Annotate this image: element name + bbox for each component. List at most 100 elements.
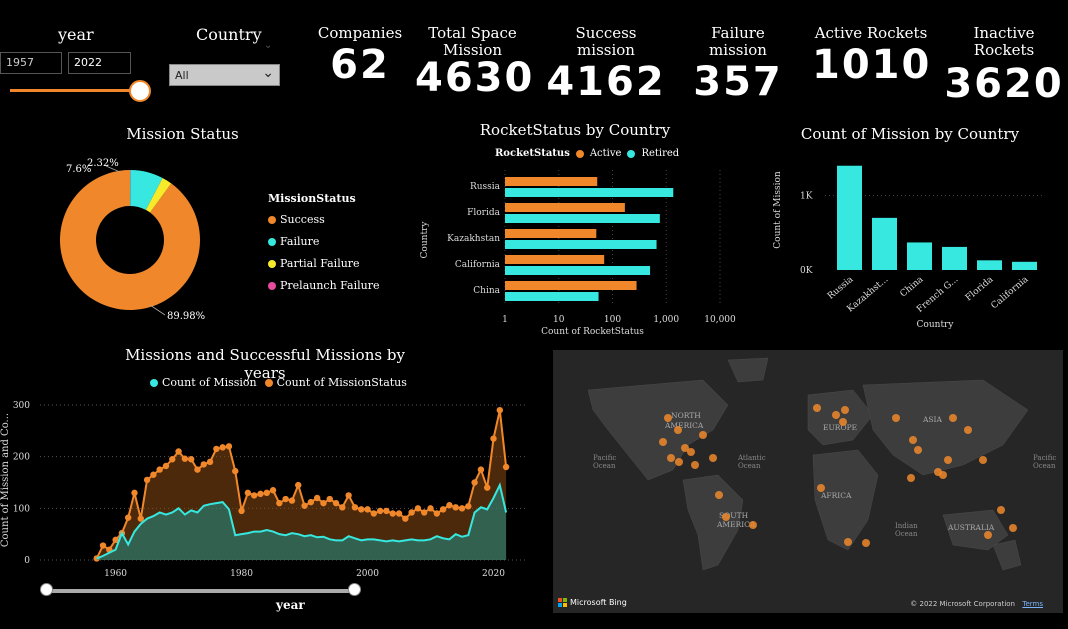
count-by-country-title: Count of Mission by Country xyxy=(800,125,1020,143)
count-by-country-chart[interactable]: 1K0KRussiaKazakhst... ChinaFrench G... Flo… xyxy=(770,150,1050,340)
kpi-active-rockets: Active Rockets 1010 xyxy=(812,24,932,89)
range-slider-start-handle[interactable] xyxy=(40,583,53,596)
mission-status-point xyxy=(395,510,403,517)
mission-status-point xyxy=(225,443,233,450)
mission-status-point xyxy=(370,510,378,517)
kpi-title: Inactive Rockets xyxy=(973,24,1035,59)
map-label: Ocean xyxy=(895,530,918,538)
legend-item-success[interactable]: Success xyxy=(268,213,380,226)
mission-status-point xyxy=(484,484,491,491)
mission-status-point xyxy=(332,499,340,507)
bar-active xyxy=(505,177,598,186)
mission-status-point xyxy=(408,509,415,516)
launch-site-marker xyxy=(949,414,957,422)
x-tick-label: California xyxy=(989,274,1030,311)
x-tick-label: Florida xyxy=(964,274,996,303)
launch-site-marker xyxy=(674,426,682,434)
year-slider-handle[interactable] xyxy=(129,80,151,102)
mission-status-point xyxy=(320,499,327,507)
legend-label: Failure xyxy=(280,235,320,248)
world-map[interactable]: NORTH AMERICA EUROPE ASIA AFRICA SOUTH AMERICA… xyxy=(553,350,1063,613)
mission-status-point xyxy=(402,515,409,522)
legend-item-failure[interactable]: Failure xyxy=(268,235,380,248)
legend-dot xyxy=(627,149,636,158)
continent-shape xyxy=(807,389,874,446)
x-tick-label: 1980 xyxy=(230,569,253,579)
y-axis-title: Count of Mission and Co... xyxy=(0,413,11,547)
kpi-value: 1010 xyxy=(812,42,932,88)
launch-site-marker xyxy=(749,521,757,529)
missions-by-year-chart[interactable]: 300 200 100 0 1960 1980 2000 2020 Count of Missi… xyxy=(0,390,530,600)
bar-active xyxy=(505,281,637,290)
range-slider-end-handle[interactable] xyxy=(348,583,361,596)
mission-status-point xyxy=(490,435,497,442)
kpi-title: Active Rockets xyxy=(814,24,928,42)
range-slider-track[interactable] xyxy=(46,589,354,593)
mission-status-point xyxy=(427,505,434,512)
legend-dot xyxy=(575,149,584,158)
year-from-input[interactable]: 1957 xyxy=(0,52,62,74)
map-label: Ocean xyxy=(738,462,761,470)
map-label: Indian xyxy=(895,522,918,530)
y-tick-label: 0K xyxy=(800,266,813,276)
launch-site-marker xyxy=(691,461,699,469)
rocket-status-chart[interactable]: 1 10 100 1,000 10,000 Russia Florida Kazakhstan… xyxy=(415,165,745,340)
legend-title: MissionStatus xyxy=(268,192,356,205)
kpi-value: 4162 xyxy=(546,59,666,105)
mission-status-point xyxy=(269,487,277,494)
bar-active xyxy=(505,255,605,264)
year-to-input[interactable]: 2022 xyxy=(68,52,131,74)
mission-status-point xyxy=(263,489,270,497)
rocket-status-legend: RocketStatus Active Retired xyxy=(495,148,679,159)
map-label: Atlantic xyxy=(737,454,766,462)
mission-status-donut[interactable] xyxy=(40,150,220,330)
windows-logo-icon xyxy=(558,598,567,607)
legend-label: Count of Mission xyxy=(162,376,257,389)
kpi-title: Failure mission xyxy=(709,24,767,59)
mission-status-point xyxy=(162,462,170,470)
bar xyxy=(942,246,967,270)
legend-item-prelaunch-failure[interactable]: Prelaunch Failure xyxy=(268,279,380,292)
map-label: Pacific xyxy=(1033,454,1056,462)
mission-status-point xyxy=(124,514,132,521)
year-slider-track[interactable] xyxy=(10,89,138,92)
x-tick-label: 10,000 xyxy=(704,315,736,325)
mission-status-point xyxy=(313,494,321,502)
launch-site-marker xyxy=(813,404,821,412)
legend-item-partial-failure[interactable]: Partial Failure xyxy=(268,257,380,270)
map-label: ASIA xyxy=(922,415,943,424)
legend-dot xyxy=(268,281,276,290)
mission-status-point xyxy=(376,507,384,515)
mission-status-point xyxy=(383,507,390,515)
mission-status-point xyxy=(169,456,176,463)
country-dropdown[interactable]: All ⌄ xyxy=(169,64,280,86)
mission-status-point xyxy=(301,502,308,509)
country-slicer-title: Country xyxy=(196,25,262,44)
rocket-status-title: RocketStatus by Country xyxy=(479,121,671,139)
mission-status-point xyxy=(288,497,296,504)
launch-site-marker xyxy=(839,418,847,426)
map-canvas[interactable]: NORTHAMERICA EUROPEASIAAFRICASOUTHAMERICA… xyxy=(553,350,1063,613)
bar xyxy=(977,260,1002,270)
mission-status-point xyxy=(200,461,207,468)
mission-status-point xyxy=(238,507,245,515)
donut-label-success: 89.98% xyxy=(167,311,206,322)
map-label: NORTH xyxy=(671,411,701,420)
x-tick-label: 10 xyxy=(553,315,565,325)
map-terms-link[interactable]: Terms xyxy=(1022,600,1043,608)
continent-shape xyxy=(812,449,879,551)
map-label: AUSTRALIA xyxy=(947,523,995,532)
legend-dot xyxy=(150,378,158,387)
launch-site-marker xyxy=(862,539,870,547)
mission-status-point xyxy=(339,504,346,511)
legend-label: Prelaunch Failure xyxy=(280,279,380,292)
launch-site-marker xyxy=(709,454,717,462)
kpi-total-missions: Total Space Mission 4630 xyxy=(415,25,532,102)
mission-status-point xyxy=(282,495,289,503)
mission-status-point xyxy=(219,444,226,451)
continent-shape xyxy=(992,539,1022,571)
map-label: Ocean xyxy=(1033,462,1056,470)
kpi-value: 3620 xyxy=(944,61,1064,107)
legend-label: Active xyxy=(589,148,622,159)
mission-status-point xyxy=(206,458,214,466)
